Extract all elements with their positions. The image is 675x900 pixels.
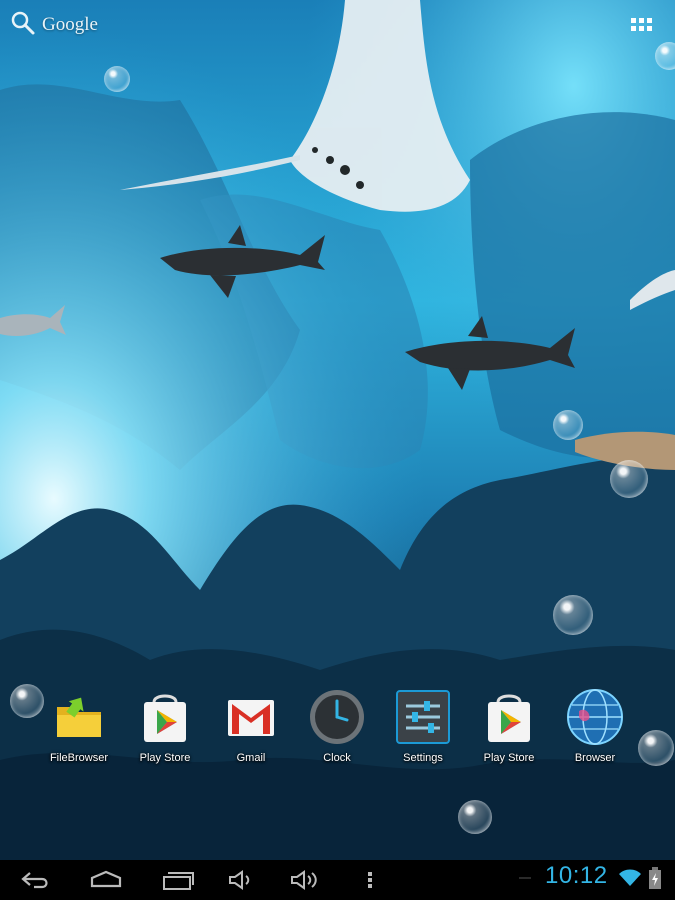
app-label: FileBrowser [49,752,109,764]
wifi-icon [618,868,642,893]
search-label: Google [42,14,98,35]
bubble [655,42,675,70]
volume-down-button[interactable] [226,866,256,894]
home-button[interactable] [86,866,126,894]
volume-up-button[interactable] [288,866,322,894]
google-search-bar[interactable]: Google [10,10,98,40]
app-label: Clock [323,752,351,764]
app-clock[interactable]: Clock [294,686,380,764]
file-browser-icon [48,686,110,748]
status-divider [519,877,531,879]
app-filebrowser[interactable]: FileBrowser [36,686,122,764]
recent-apps-icon [163,872,194,890]
bubble [104,66,130,92]
app-label: Gmail [236,752,266,764]
bubble [553,595,593,635]
recent-apps-button[interactable] [158,866,198,894]
menu-button[interactable] [360,866,380,894]
app-play-store[interactable]: Play Store [122,686,208,764]
app-settings[interactable]: Settings [380,686,466,764]
bubble [458,800,492,834]
search-icon [10,10,36,41]
app-label: Settings [403,752,443,764]
app-gmail[interactable]: Gmail [208,686,294,764]
gmail-icon [220,686,282,748]
bubble [553,410,583,440]
menu-icon [368,872,372,888]
all-apps-button[interactable] [624,12,658,40]
play-store-icon [134,686,196,748]
app-play-store[interactable]: Play Store [466,686,552,764]
app-dock: FileBrowser Play Store Gmail Clock Setti… [0,686,675,776]
battery-charging-icon [648,866,662,895]
status-clock: 10:12 [545,862,608,889]
settings-icon [392,686,454,748]
volume-down-icon [229,870,250,890]
app-label: Play Store [483,752,535,764]
app-browser[interactable]: Browser [552,686,638,764]
browser-globe-icon [564,686,626,748]
clock-icon [306,686,368,748]
app-label: Browser [574,752,616,764]
back-icon [21,872,48,889]
back-button[interactable] [18,866,54,894]
app-label: Play Store [139,752,191,764]
volume-up-icon [291,870,317,890]
play-store-icon [478,686,540,748]
bubble [610,460,648,498]
apps-grid-icon [631,18,652,31]
home-icon [90,870,122,888]
